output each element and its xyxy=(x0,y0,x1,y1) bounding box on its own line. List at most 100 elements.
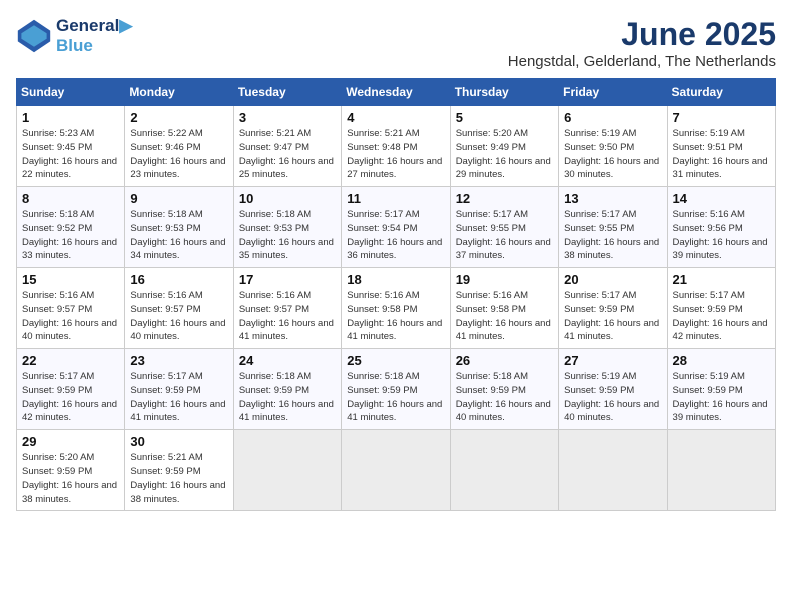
day-info: Sunrise: 5:16 AMSunset: 9:58 PMDaylight:… xyxy=(347,289,444,344)
day-number: 22 xyxy=(22,353,119,368)
day-number: 17 xyxy=(239,272,336,287)
calendar-cell: 7 Sunrise: 5:19 AMSunset: 9:51 PMDaylight… xyxy=(667,106,775,187)
title-area: June 2025 Hengstdal, Gelderland, The Net… xyxy=(508,16,776,70)
calendar-cell: 28 Sunrise: 5:19 AMSunset: 9:59 PMDayligh… xyxy=(667,349,775,430)
day-number: 5 xyxy=(456,110,553,125)
day-info: Sunrise: 5:19 AMSunset: 9:59 PMDaylight:… xyxy=(564,370,661,425)
calendar-cell: 4 Sunrise: 5:21 AMSunset: 9:48 PMDaylight… xyxy=(342,106,450,187)
calendar-cell: 30 Sunrise: 5:21 AMSunset: 9:59 PMDayligh… xyxy=(125,430,233,511)
day-info: Sunrise: 5:17 AMSunset: 9:59 PMDaylight:… xyxy=(564,289,661,344)
calendar-week-row: 29 Sunrise: 5:20 AMSunset: 9:59 PMDayligh… xyxy=(17,430,776,511)
day-info: Sunrise: 5:20 AMSunset: 9:59 PMDaylight:… xyxy=(22,451,119,506)
day-info: Sunrise: 5:17 AMSunset: 9:55 PMDaylight:… xyxy=(564,208,661,263)
calendar-cell: 3 Sunrise: 5:21 AMSunset: 9:47 PMDaylight… xyxy=(233,106,341,187)
day-info: Sunrise: 5:18 AMSunset: 9:59 PMDaylight:… xyxy=(456,370,553,425)
weekday-header-tuesday: Tuesday xyxy=(233,79,341,106)
day-info: Sunrise: 5:18 AMSunset: 9:59 PMDaylight:… xyxy=(239,370,336,425)
calendar-cell: 2 Sunrise: 5:22 AMSunset: 9:46 PMDaylight… xyxy=(125,106,233,187)
day-info: Sunrise: 5:16 AMSunset: 9:57 PMDaylight:… xyxy=(22,289,119,344)
calendar-week-row: 8Sunrise: 5:18 AMSunset: 9:52 PMDaylight… xyxy=(17,187,776,268)
calendar-cell: 6 Sunrise: 5:19 AMSunset: 9:50 PMDaylight… xyxy=(559,106,667,187)
day-number: 26 xyxy=(456,353,553,368)
day-info: Sunrise: 5:16 AMSunset: 9:56 PMDaylight:… xyxy=(673,208,770,263)
day-number: 10 xyxy=(239,191,336,206)
logo-text: General▶ Blue xyxy=(56,16,132,55)
calendar-cell xyxy=(342,430,450,511)
weekday-header-friday: Friday xyxy=(559,79,667,106)
day-info: Sunrise: 5:18 AMSunset: 9:53 PMDaylight:… xyxy=(239,208,336,263)
day-number: 29 xyxy=(22,434,119,449)
day-info: Sunrise: 5:17 AMSunset: 9:59 PMDaylight:… xyxy=(673,289,770,344)
weekday-header-wednesday: Wednesday xyxy=(342,79,450,106)
day-info: Sunrise: 5:19 AMSunset: 9:51 PMDaylight:… xyxy=(673,127,770,182)
calendar-cell: 1 Sunrise: 5:23 AMSunset: 9:45 PMDaylight… xyxy=(17,106,125,187)
header: General▶ Blue June 2025 Hengstdal, Gelde… xyxy=(16,16,776,70)
day-number: 2 xyxy=(130,110,227,125)
day-number: 7 xyxy=(673,110,770,125)
day-number: 27 xyxy=(564,353,661,368)
day-info: Sunrise: 5:21 AMSunset: 9:59 PMDaylight:… xyxy=(130,451,227,506)
day-info: Sunrise: 5:18 AMSunset: 9:52 PMDaylight:… xyxy=(22,208,119,263)
weekday-header-saturday: Saturday xyxy=(667,79,775,106)
logo: General▶ Blue xyxy=(16,16,132,55)
day-info: Sunrise: 5:17 AMSunset: 9:59 PMDaylight:… xyxy=(22,370,119,425)
calendar-cell xyxy=(450,430,558,511)
calendar-cell: 8Sunrise: 5:18 AMSunset: 9:52 PMDaylight… xyxy=(17,187,125,268)
calendar-cell: 12 Sunrise: 5:17 AMSunset: 9:55 PMDayligh… xyxy=(450,187,558,268)
calendar-cell: 5 Sunrise: 5:20 AMSunset: 9:49 PMDaylight… xyxy=(450,106,558,187)
weekday-header-row: SundayMondayTuesdayWednesdayThursdayFrid… xyxy=(17,79,776,106)
day-number: 14 xyxy=(673,191,770,206)
calendar-cell: 13 Sunrise: 5:17 AMSunset: 9:55 PMDayligh… xyxy=(559,187,667,268)
day-number: 15 xyxy=(22,272,119,287)
calendar-cell: 11Sunrise: 5:17 AMSunset: 9:54 PMDayligh… xyxy=(342,187,450,268)
day-info: Sunrise: 5:16 AMSunset: 9:58 PMDaylight:… xyxy=(456,289,553,344)
day-number: 4 xyxy=(347,110,444,125)
day-info: Sunrise: 5:16 AMSunset: 9:57 PMDaylight:… xyxy=(239,289,336,344)
day-number: 20 xyxy=(564,272,661,287)
day-info: Sunrise: 5:21 AMSunset: 9:48 PMDaylight:… xyxy=(347,127,444,182)
day-number: 3 xyxy=(239,110,336,125)
day-number: 21 xyxy=(673,272,770,287)
calendar-subtitle: Hengstdal, Gelderland, The Netherlands xyxy=(508,53,776,70)
calendar-cell: 21 Sunrise: 5:17 AMSunset: 9:59 PMDayligh… xyxy=(667,268,775,349)
day-number: 30 xyxy=(130,434,227,449)
day-number: 1 xyxy=(22,110,119,125)
calendar-week-row: 15 Sunrise: 5:16 AMSunset: 9:57 PMDayligh… xyxy=(17,268,776,349)
calendar-week-row: 1 Sunrise: 5:23 AMSunset: 9:45 PMDaylight… xyxy=(17,106,776,187)
calendar-cell: 29 Sunrise: 5:20 AMSunset: 9:59 PMDayligh… xyxy=(17,430,125,511)
day-number: 18 xyxy=(347,272,444,287)
calendar-table: SundayMondayTuesdayWednesdayThursdayFrid… xyxy=(16,78,776,511)
day-info: Sunrise: 5:18 AMSunset: 9:53 PMDaylight:… xyxy=(130,208,227,263)
calendar-cell: 19 Sunrise: 5:16 AMSunset: 9:58 PMDayligh… xyxy=(450,268,558,349)
day-number: 6 xyxy=(564,110,661,125)
day-info: Sunrise: 5:21 AMSunset: 9:47 PMDaylight:… xyxy=(239,127,336,182)
day-number: 24 xyxy=(239,353,336,368)
calendar-cell: 27 Sunrise: 5:19 AMSunset: 9:59 PMDayligh… xyxy=(559,349,667,430)
calendar-cell: 25Sunrise: 5:18 AMSunset: 9:59 PMDayligh… xyxy=(342,349,450,430)
day-number: 16 xyxy=(130,272,227,287)
calendar-cell: 24 Sunrise: 5:18 AMSunset: 9:59 PMDayligh… xyxy=(233,349,341,430)
day-number: 19 xyxy=(456,272,553,287)
weekday-header-sunday: Sunday xyxy=(17,79,125,106)
day-info: Sunrise: 5:20 AMSunset: 9:49 PMDaylight:… xyxy=(456,127,553,182)
day-info: Sunrise: 5:17 AMSunset: 9:55 PMDaylight:… xyxy=(456,208,553,263)
calendar-cell: 22 Sunrise: 5:17 AMSunset: 9:59 PMDayligh… xyxy=(17,349,125,430)
day-number: 13 xyxy=(564,191,661,206)
day-info: Sunrise: 5:16 AMSunset: 9:57 PMDaylight:… xyxy=(130,289,227,344)
calendar-cell: 10 Sunrise: 5:18 AMSunset: 9:53 PMDayligh… xyxy=(233,187,341,268)
day-number: 28 xyxy=(673,353,770,368)
calendar-cell: 18 Sunrise: 5:16 AMSunset: 9:58 PMDayligh… xyxy=(342,268,450,349)
calendar-cell: 16 Sunrise: 5:16 AMSunset: 9:57 PMDayligh… xyxy=(125,268,233,349)
day-info: Sunrise: 5:19 AMSunset: 9:59 PMDaylight:… xyxy=(673,370,770,425)
day-info: Sunrise: 5:22 AMSunset: 9:46 PMDaylight:… xyxy=(130,127,227,182)
day-info: Sunrise: 5:23 AMSunset: 9:45 PMDaylight:… xyxy=(22,127,119,182)
calendar-cell xyxy=(667,430,775,511)
calendar-cell: 20 Sunrise: 5:17 AMSunset: 9:59 PMDayligh… xyxy=(559,268,667,349)
calendar-week-row: 22 Sunrise: 5:17 AMSunset: 9:59 PMDayligh… xyxy=(17,349,776,430)
calendar-cell: 15 Sunrise: 5:16 AMSunset: 9:57 PMDayligh… xyxy=(17,268,125,349)
day-info: Sunrise: 5:17 AMSunset: 9:54 PMDaylight:… xyxy=(347,208,444,263)
day-number: 12 xyxy=(456,191,553,206)
day-info: Sunrise: 5:19 AMSunset: 9:50 PMDaylight:… xyxy=(564,127,661,182)
weekday-header-thursday: Thursday xyxy=(450,79,558,106)
day-number: 23 xyxy=(130,353,227,368)
